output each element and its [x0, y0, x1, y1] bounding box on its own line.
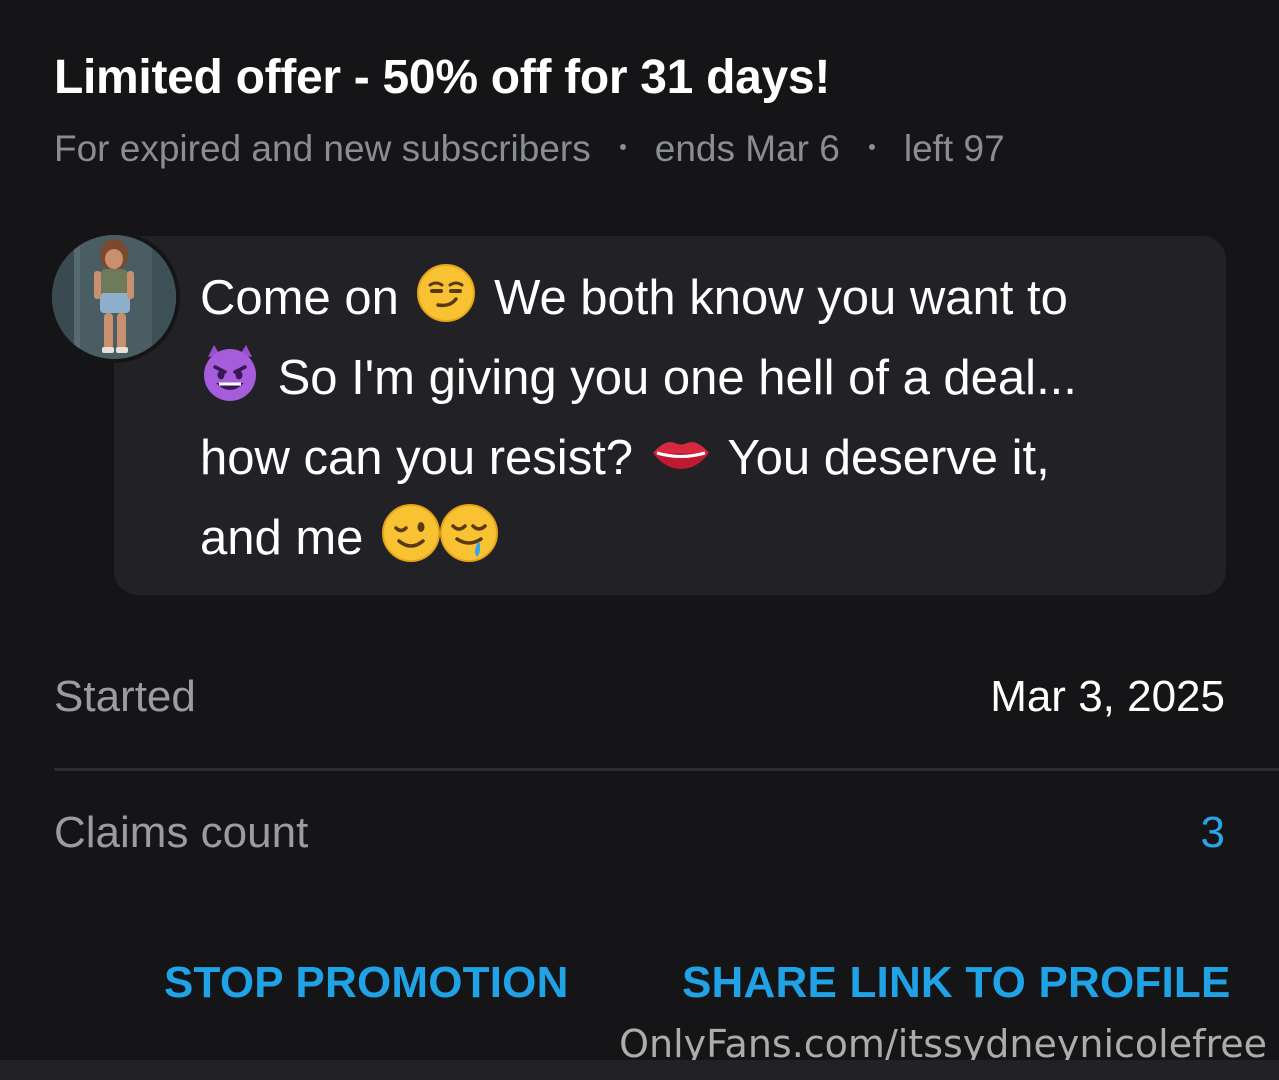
message-line: Come on We both know you want to — [200, 258, 1200, 338]
separator-dot — [619, 144, 626, 150]
promo-ends: ends Mar 6 — [654, 128, 840, 169]
separator-dot — [868, 144, 875, 150]
bottom-bar — [0, 1060, 1279, 1080]
message-line: So I'm giving you one hell of a deal... — [200, 338, 1200, 418]
stop-promotion-button[interactable]: STOP PROMOTION — [164, 958, 569, 1008]
avatar[interactable] — [52, 235, 176, 359]
started-row: Started Mar 3, 2025 — [54, 672, 1225, 722]
started-label: Started — [54, 672, 196, 721]
smirking-face-icon — [417, 264, 476, 322]
promo-audience: For expired and new subscribers — [54, 128, 591, 169]
avatar-image — [52, 235, 176, 359]
promo-meta: For expired and new subscribers ends Mar… — [54, 128, 1005, 170]
divider — [54, 768, 1279, 771]
promo-left: left 97 — [903, 128, 1005, 169]
lips-icon — [652, 442, 709, 469]
claims-label: Claims count — [54, 808, 309, 857]
smiling-devil-icon — [204, 345, 256, 401]
drooling-face-icon — [440, 504, 499, 562]
message-fragment: We both know you want to — [494, 271, 1068, 325]
claims-row[interactable]: Claims count 3 — [54, 808, 1225, 858]
message-fragment: You deserve it, — [727, 431, 1050, 485]
message-fragment: Come on — [200, 271, 399, 325]
message-fragment: how can you resist? — [200, 431, 634, 485]
message-line: and me — [200, 498, 1200, 578]
message-fragment: and me — [200, 511, 364, 565]
started-value: Mar 3, 2025 — [990, 672, 1225, 721]
share-link-button[interactable]: SHARE LINK TO PROFILE — [682, 958, 1231, 1008]
claims-count[interactable]: 3 — [1201, 808, 1225, 858]
message-fragment: So I'm giving you one hell of a deal... — [277, 351, 1077, 405]
message-line: how can you resist? You deserve it, — [200, 418, 1200, 498]
message-text: Come on We both know you want to So I'm … — [200, 258, 1200, 578]
winking-face-icon — [382, 504, 441, 562]
promo-title: Limited offer - 50% off for 31 days! — [54, 51, 830, 104]
